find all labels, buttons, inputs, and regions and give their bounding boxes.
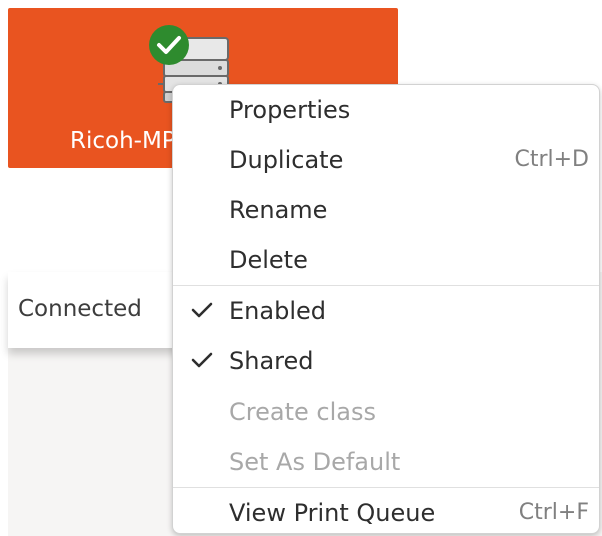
menu-item-delete[interactable]: Delete bbox=[173, 235, 599, 285]
shortcut-label: Ctrl+D bbox=[514, 147, 589, 172]
menu-item-create-class: Create class bbox=[173, 387, 599, 437]
menu-item-properties[interactable]: Properties bbox=[173, 85, 599, 135]
menu-item-label: Properties bbox=[229, 96, 351, 124]
printer-name-label: Ricoh-MP bbox=[70, 128, 176, 154]
menu-item-shared[interactable]: Shared bbox=[173, 336, 599, 386]
menu-item-label: Delete bbox=[229, 246, 308, 274]
shortcut-label: Ctrl+F bbox=[518, 500, 589, 525]
menu-item-label: Enabled bbox=[229, 297, 326, 325]
menu-item-label: Create class bbox=[229, 398, 376, 426]
menu-item-label: Shared bbox=[229, 347, 314, 375]
menu-item-label: Rename bbox=[229, 196, 328, 224]
menu-item-label: Set As Default bbox=[229, 448, 401, 476]
menu-item-view-print-queue[interactable]: View Print Queue Ctrl+F bbox=[173, 488, 599, 533]
menu-item-rename[interactable]: Rename bbox=[173, 185, 599, 235]
status-text: Connected bbox=[18, 296, 142, 322]
checkmark-icon bbox=[191, 301, 213, 319]
checkmark-badge-icon bbox=[148, 24, 190, 66]
menu-item-set-as-default: Set As Default bbox=[173, 437, 599, 487]
checkmark-icon bbox=[191, 351, 213, 369]
menu-item-enabled[interactable]: Enabled bbox=[173, 286, 599, 336]
menu-item-duplicate[interactable]: Duplicate Ctrl+D bbox=[173, 135, 599, 185]
printer-status-row: Connected bbox=[8, 272, 188, 348]
menu-item-label: View Print Queue bbox=[229, 499, 436, 527]
printer-context-menu: Properties Duplicate Ctrl+D Rename Delet… bbox=[172, 84, 600, 534]
menu-item-label: Duplicate bbox=[229, 146, 344, 174]
